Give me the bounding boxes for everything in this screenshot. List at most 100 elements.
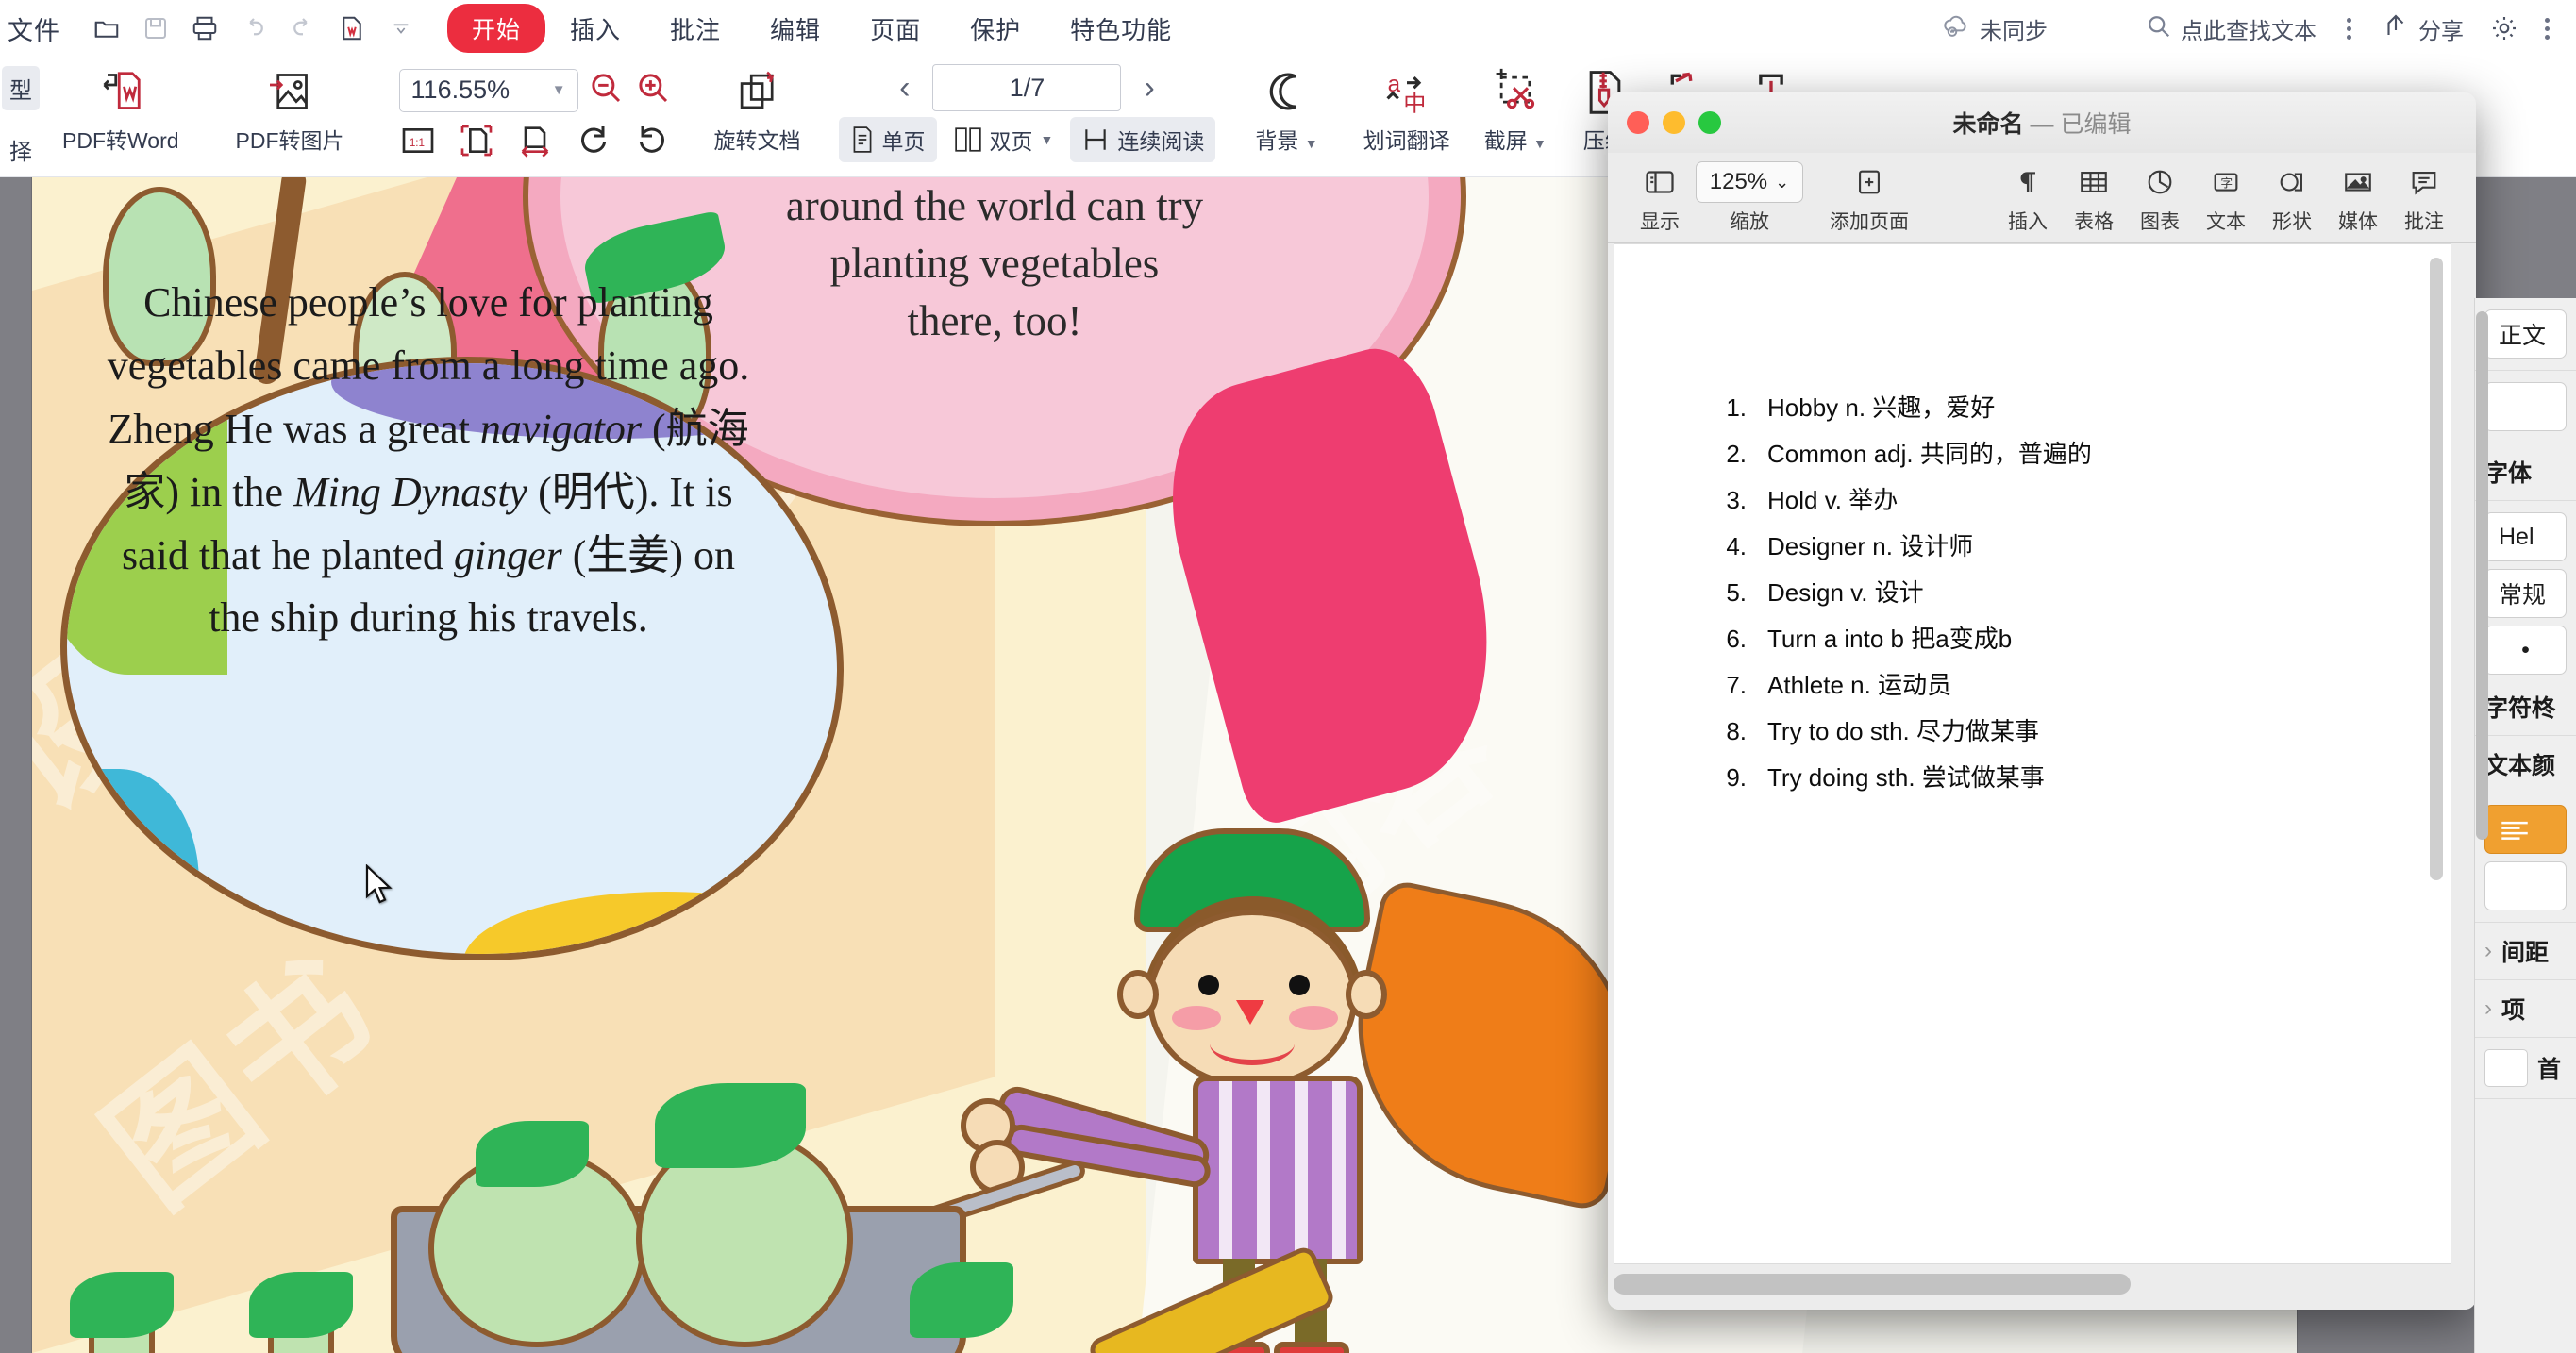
align-other-button[interactable] [2484, 861, 2567, 910]
rotate-cw-icon[interactable] [575, 122, 612, 164]
list-item[interactable]: 3. Hold v. 举办 [1698, 488, 2451, 512]
toolbar-insert-label: 插入 [2008, 211, 2048, 233]
tab-annotate[interactable]: 批注 [645, 4, 745, 54]
fit-page-icon[interactable] [458, 122, 495, 164]
toolbar-table-button[interactable]: 表格 [2061, 159, 2127, 235]
ribbon-left-chip-top[interactable]: 型 [2, 66, 40, 110]
window-zoom-chip[interactable]: 125% ⌄ [1695, 161, 1804, 203]
paragraph-style-select[interactable]: 正文 [2484, 309, 2567, 359]
chevron-right-icon[interactable]: › [2484, 995, 2492, 1022]
page-number-input[interactable]: 1/7 [932, 64, 1122, 111]
export-word-icon[interactable] [328, 7, 376, 50]
toolbar-zoom-button[interactable]: 125% ⌄ 缩放 [1693, 159, 1806, 235]
background-button[interactable]: 背景 ▼ [1238, 57, 1334, 155]
window-titlebar[interactable]: 未命名 — 已编辑 [1608, 92, 2476, 153]
rotate-ccw-icon[interactable] [633, 122, 671, 164]
list-item[interactable]: 7. Athlete n. 运动员 [1698, 673, 2451, 697]
save-icon[interactable] [132, 7, 179, 50]
tab-start[interactable]: 开始 [447, 4, 546, 53]
window-body: 1. Hobby n. 兴趣，爱好 2. Common adj. 共同的，普遍的… [1608, 243, 2476, 1310]
tab-edit[interactable]: 编辑 [745, 4, 845, 54]
toolbar-zoom-label: 缩放 [1730, 211, 1769, 233]
pdf-to-image-button[interactable]: PDF转图片 [219, 57, 361, 155]
toolbar-shape-button[interactable]: 形状 [2259, 159, 2325, 235]
zoom-in-icon[interactable] [633, 68, 673, 112]
view-mode-continuous[interactable]: 连续阅读 [1070, 117, 1216, 162]
open-folder-icon[interactable] [83, 7, 130, 50]
list-item-text: Hold v. 举办 [1767, 486, 1899, 514]
translate-button[interactable]: a 中 划词翻译 [1347, 57, 1467, 155]
tab-page[interactable]: 页面 [845, 4, 945, 54]
undo-icon[interactable] [230, 7, 277, 50]
font-family-select[interactable]: Hel [2484, 512, 2567, 561]
chevron-down-icon[interactable]: ▼ [1041, 132, 1054, 147]
print-icon[interactable] [181, 7, 228, 50]
document-canvas[interactable]: 1. Hobby n. 兴趣，爱好 2. Common adj. 共同的，普遍的… [1614, 243, 2451, 1264]
bullet-style-select[interactable]: • [2484, 626, 2567, 675]
fit-width-icon[interactable] [516, 122, 554, 164]
moon-icon [1263, 62, 1311, 121]
list-item[interactable]: 8. Try to do sth. 尽力做某事 [1698, 719, 2451, 743]
share-button[interactable]: 分享 [2368, 6, 2477, 52]
tab-features[interactable]: 特色功能 [1045, 4, 1196, 54]
tab-protect[interactable]: 保护 [945, 4, 1045, 54]
svg-text:字: 字 [2220, 176, 2233, 191]
zoom-out-icon[interactable] [586, 68, 626, 112]
tab-insert[interactable]: 插入 [545, 4, 645, 54]
toolbar-media-button[interactable]: 媒体 [2325, 159, 2391, 235]
ribbon-left-chip-bottom[interactable]: 择 [9, 133, 32, 166]
rotate-document-label: 旋转文档 [713, 128, 801, 153]
rotate-document-button[interactable]: 旋转文档 [697, 57, 818, 155]
list-item[interactable]: 2. Common adj. 共同的，普遍的 [1698, 442, 2451, 466]
toolbar-add-page-button[interactable]: 添加页面 [1829, 159, 1910, 235]
format-inspector[interactable]: 正文 字体 Hel 常规 • 字符柊 文本颜 › 间距 › 项 首 [2474, 298, 2576, 1353]
search-more-icon[interactable] [2333, 17, 2365, 40]
list-item[interactable]: 6. Turn a into b 把a变成b [1698, 626, 2451, 651]
next-page-icon[interactable]: › [1134, 72, 1163, 104]
chevron-down-icon[interactable]: ⌄ [1775, 173, 1789, 192]
toolbar-view-button[interactable]: 显示 [1627, 159, 1693, 235]
redo-icon[interactable] [279, 7, 326, 50]
actual-size-1-1-icon[interactable]: 1:1 [399, 122, 437, 164]
align-left-button[interactable] [2484, 805, 2567, 854]
more-caret-icon[interactable] [377, 7, 425, 50]
inspector-indent-section[interactable]: 首 [2475, 1038, 2576, 1099]
screenshot-button[interactable]: 截屏 ▼ [1467, 57, 1564, 155]
char-style-label: 字符柊 [2484, 695, 2556, 722]
alignment-control[interactable] [2484, 382, 2567, 431]
list-item[interactable]: 5. Design v. 设计 [1698, 580, 2451, 605]
list-item[interactable]: 4. Designer n. 设计师 [1698, 534, 2451, 559]
list-item[interactable]: 1. Hobby n. 兴趣，爱好 [1698, 395, 2451, 420]
toolbar-chart-button[interactable]: 图表 [2127, 159, 2193, 235]
list-item[interactable]: 9. Try doing sth. 尝试做某事 [1698, 765, 2451, 790]
decor-leaf [476, 1121, 589, 1187]
toolbar-text-button[interactable]: 字 文本 [2193, 159, 2259, 235]
window-more-icon[interactable] [2532, 17, 2563, 40]
translate-label: 划词翻译 [1363, 128, 1450, 153]
quick-access-toolbar [83, 7, 425, 50]
toolbar-comment-button[interactable]: 批注 [2391, 159, 2457, 235]
document-vertical-scrollbar[interactable] [2430, 258, 2443, 880]
indent-swatch[interactable] [2484, 1049, 2528, 1087]
menu-file[interactable]: 文件 [0, 10, 72, 47]
document-horizontal-scrollbar[interactable] [1614, 1274, 2131, 1295]
gear-icon[interactable] [2481, 7, 2528, 50]
sync-status[interactable]: 未同步 [1928, 5, 2061, 53]
view-mode-double[interactable]: 双页 ▼ [943, 117, 1065, 162]
font-weight-select[interactable]: 常规 [2484, 569, 2567, 618]
zoom-input[interactable]: 116.55% ▼ [398, 68, 578, 112]
list-item-text: Designer n. 设计师 [1767, 532, 1974, 560]
view-mode-single[interactable]: 单页 [838, 117, 937, 162]
pdf-to-word-button[interactable]: PDF转Word [45, 57, 196, 155]
prev-page-icon[interactable]: ‹ [890, 72, 919, 104]
chevron-down-icon[interactable]: ▼ [552, 82, 566, 98]
search-box[interactable]: 点此查找文本 [2131, 6, 2330, 52]
search-placeholder: 点此查找文本 [2181, 18, 2317, 44]
view-mode-group: 单页 双页 ▼ 连续阅读 [838, 117, 1216, 162]
chevron-right-icon[interactable]: › [2484, 938, 2492, 964]
toolbar-insert-button[interactable]: 插入 [1995, 159, 2061, 235]
inspector-scrollbar[interactable] [2476, 311, 2488, 840]
pages-window[interactable]: 未命名 — 已编辑 显示 125% ⌄ 缩放 添加页面 插入 表格 图表 字 文… [1608, 92, 2476, 1310]
inspector-bullets-section[interactable]: › 项 [2475, 980, 2576, 1038]
inspector-spacing-section[interactable]: › 间距 [2475, 923, 2576, 980]
